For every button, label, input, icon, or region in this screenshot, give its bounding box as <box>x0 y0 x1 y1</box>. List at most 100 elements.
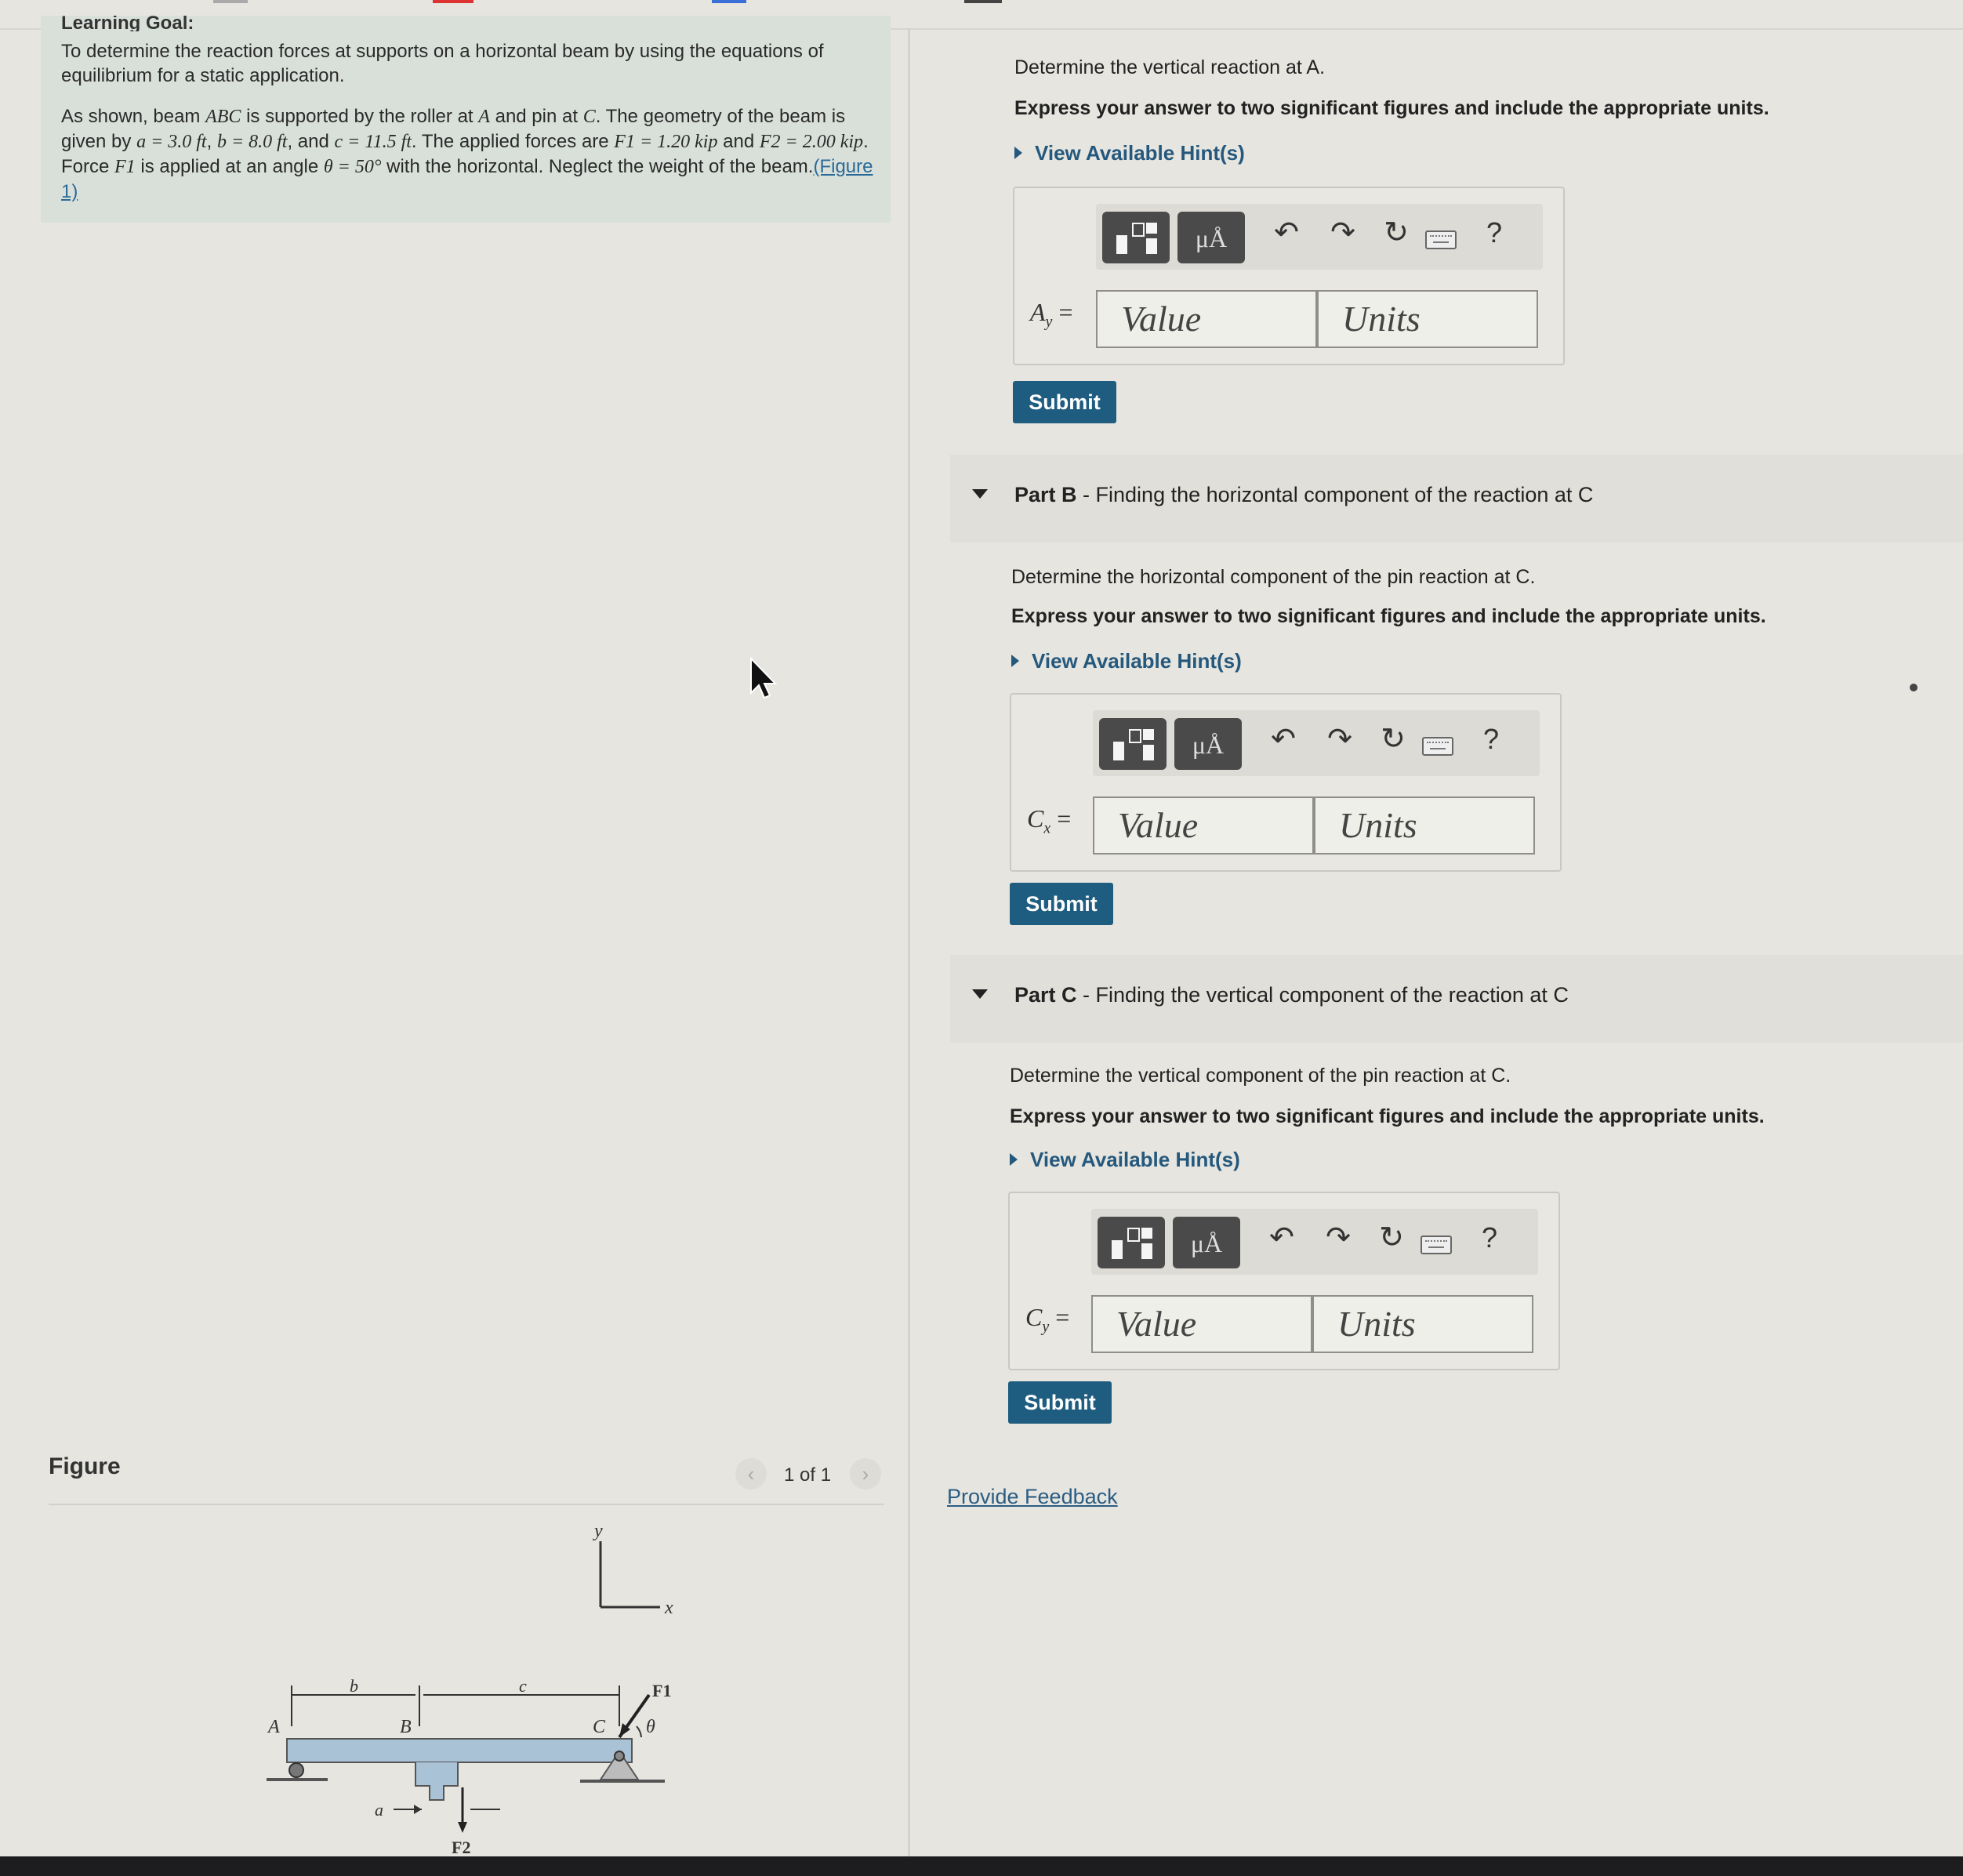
point-c: C <box>582 107 596 127</box>
pin <box>614 1751 625 1762</box>
chevron-right-icon: › <box>862 1462 869 1486</box>
part-b-units-input[interactable]: Units <box>1314 796 1535 855</box>
problem-text: , <box>206 131 217 152</box>
x-axis-label: x <box>664 1598 673 1618</box>
help-icon[interactable]: ? <box>1483 723 1499 756</box>
equals-sign: = <box>1049 1303 1070 1331</box>
part-c-hint-toggle[interactable]: View Available Hint(s) <box>1010 1148 1240 1172</box>
part-b-toolbar: μÅ ↶ ↷ ↻ ? <box>1093 710 1540 776</box>
caret-right-icon <box>1011 655 1019 668</box>
keyboard-icon[interactable] <box>1421 1236 1452 1254</box>
angle-theta: θ = 50° <box>323 157 382 177</box>
part-c-toolbar: μÅ ↶ ↷ ↻ ? <box>1091 1209 1538 1275</box>
point-a: A <box>478 107 490 127</box>
beam-name: ABC <box>205 107 241 127</box>
learning-goal-panel: Learning Goal: To determine the reaction… <box>41 16 891 223</box>
redo-icon[interactable]: ↷ <box>1323 215 1362 250</box>
learning-goal-heading: Learning Goal: <box>61 16 194 31</box>
reset-icon[interactable]: ↻ <box>1377 215 1416 250</box>
arrow-head <box>414 1805 422 1814</box>
problem-text: . The applied forces are <box>411 131 615 152</box>
learning-goal-text: To determine the reaction forces at supp… <box>61 41 824 86</box>
part-a-toolbar: μÅ ↶ ↷ ↻ ? <box>1096 204 1543 270</box>
help-icon[interactable]: ? <box>1482 1221 1497 1254</box>
equals-sign: = <box>1052 298 1073 326</box>
units-symbol-icon: μÅ <box>1192 731 1225 759</box>
units-button[interactable]: μÅ <box>1173 1217 1240 1268</box>
roller-support <box>288 1762 304 1778</box>
tab-mark <box>712 0 746 3</box>
reset-icon[interactable]: ↻ <box>1372 1220 1411 1255</box>
part-a-hint-label: View Available Hint(s) <box>1035 141 1245 165</box>
part-a-submit-button[interactable]: Submit <box>1013 381 1116 423</box>
problem-text: and <box>717 131 760 152</box>
part-c-instruction: Express your answer to two significant f… <box>1010 1105 1765 1127</box>
caret-down-icon <box>972 489 988 499</box>
column-divider <box>908 28 910 1863</box>
part-b-value-input[interactable]: Value <box>1093 796 1314 855</box>
force-f1-name: F1 <box>114 157 136 177</box>
part-c-value-input[interactable]: Value <box>1091 1295 1312 1353</box>
undo-icon[interactable]: ↶ <box>1264 721 1303 757</box>
problem-text: is supported by the roller at <box>241 106 479 127</box>
undo-icon[interactable]: ↶ <box>1267 215 1306 250</box>
part-a-instruction: Express your answer to two significant f… <box>1014 97 1769 119</box>
variable-letter: C <box>1027 804 1044 833</box>
label-c: C <box>593 1717 606 1737</box>
reset-icon[interactable]: ↻ <box>1373 721 1413 757</box>
part-b-submit-button[interactable]: Submit <box>1010 883 1113 925</box>
part-a-units-input[interactable]: Units <box>1317 290 1538 348</box>
undo-icon[interactable]: ↶ <box>1262 1220 1301 1255</box>
help-icon[interactable]: ? <box>1486 216 1502 249</box>
figure-prev-button[interactable]: ‹ <box>735 1458 767 1490</box>
part-a-question: Determine the vertical reaction at A. <box>1014 56 1326 78</box>
beam-bracket <box>415 1762 459 1801</box>
redo-icon[interactable]: ↷ <box>1319 1220 1358 1255</box>
part-a-hint-toggle[interactable]: View Available Hint(s) <box>1014 141 1245 165</box>
keyboard-icon[interactable] <box>1422 737 1453 756</box>
part-c-header[interactable]: Part C - Finding the vertical component … <box>950 955 1963 1043</box>
beam <box>286 1738 633 1763</box>
y-axis-label: y <box>593 1521 603 1541</box>
keyboard-icon[interactable] <box>1425 230 1457 249</box>
dim-a-label: a <box>375 1800 383 1820</box>
part-b-question: Determine the horizontal component of th… <box>1011 566 1536 588</box>
part-c-hint-label: View Available Hint(s) <box>1030 1148 1240 1171</box>
problem-text: As shown, beam <box>61 106 206 127</box>
beam-figure: y x b c A B C F1 θ a F2 <box>267 1521 673 1857</box>
templates-button[interactable] <box>1102 212 1170 263</box>
geometry-a: a = 3.0 ft <box>136 132 207 152</box>
part-c-submit-button[interactable]: Submit <box>1008 1381 1112 1424</box>
variable-subscript: y <box>1042 1318 1050 1336</box>
problem-text: , and <box>287 131 335 152</box>
force-f2-label: F2 <box>452 1838 470 1857</box>
templates-button[interactable] <box>1099 718 1167 770</box>
part-b-title-text: - Finding the horizontal component of th… <box>1076 483 1594 506</box>
figure-pager: 1 of 1 <box>784 1464 832 1486</box>
units-symbol-icon: μÅ <box>1190 1229 1223 1257</box>
part-b-hint-label: View Available Hint(s) <box>1032 649 1242 673</box>
provide-feedback-link[interactable]: Provide Feedback <box>947 1485 1118 1509</box>
tab-mark <box>964 0 1002 3</box>
figure-next-button[interactable]: › <box>850 1458 881 1490</box>
part-c-title: Part C - Finding the vertical component … <box>1014 983 1569 1007</box>
theta-label: θ <box>646 1717 655 1737</box>
dim-b-label: b <box>350 1676 358 1696</box>
part-a-value-input[interactable]: Value <box>1096 290 1317 348</box>
units-button[interactable]: μÅ <box>1174 718 1242 770</box>
variable-subscript: x <box>1043 819 1051 837</box>
label-b: B <box>400 1717 412 1737</box>
part-b-title: Part B - Finding the horizontal componen… <box>1014 483 1593 507</box>
templates-button[interactable] <box>1098 1217 1165 1268</box>
redo-icon[interactable]: ↷ <box>1320 721 1359 757</box>
problem-statement: As shown, beam ABC is supported by the r… <box>61 104 884 204</box>
part-c-answer-box: μÅ ↶ ↷ ↻ ? Cy = Value Units <box>1008 1192 1560 1370</box>
screen-speck <box>1910 684 1918 691</box>
tab-mark <box>213 0 248 3</box>
units-symbol-icon: μÅ <box>1195 224 1228 252</box>
part-c-units-input[interactable]: Units <box>1312 1295 1533 1353</box>
dim-c-label: c <box>519 1676 527 1696</box>
part-b-hint-toggle[interactable]: View Available Hint(s) <box>1011 649 1242 673</box>
part-b-header[interactable]: Part B - Finding the horizontal componen… <box>950 455 1963 542</box>
units-button[interactable]: μÅ <box>1177 212 1245 263</box>
